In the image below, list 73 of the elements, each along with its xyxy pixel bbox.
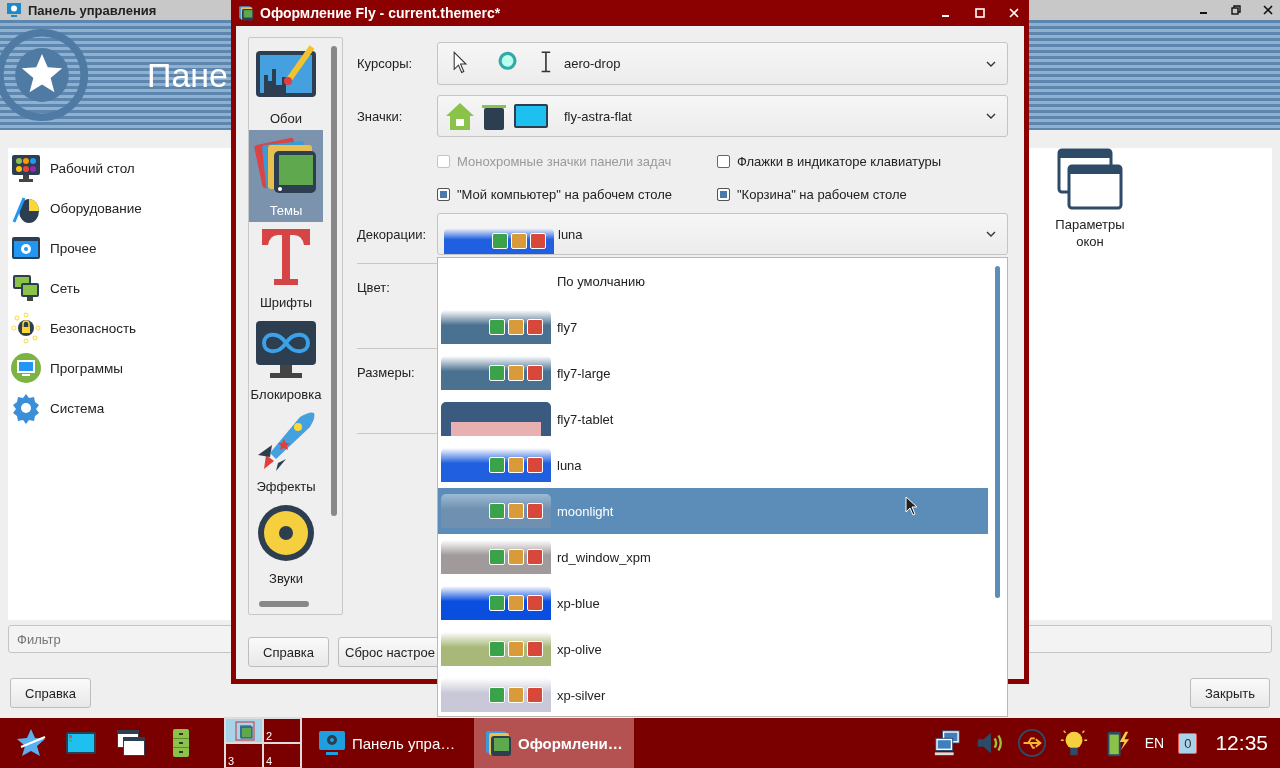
star-logo-icon <box>0 27 90 123</box>
checkbox[interactable] <box>717 154 730 168</box>
field-label: Декорации: <box>357 226 428 242</box>
scrollbar[interactable] <box>331 46 337 516</box>
section-label: Цвет: <box>357 280 390 295</box>
notification-counter[interactable]: 0 <box>1178 732 1198 754</box>
banner-title: Пане <box>147 55 229 95</box>
menu-item[interactable]: fly7-large <box>438 350 988 396</box>
taskbar-task[interactable]: Оформлени… <box>474 718 634 768</box>
checkbox-label: Флажки в индикаторе клавиатуры <box>737 153 942 169</box>
section-item[interactable]: Блокировка <box>249 314 323 406</box>
menu-item[interactable]: По умолчанию <box>438 258 988 304</box>
desktop-switcher[interactable] <box>225 718 263 743</box>
icon-theme-dropdown[interactable]: fly-astra-flat <box>437 95 1008 137</box>
window-title: Оформление Fly - current.themerc* <box>260 5 501 21</box>
checkbox[interactable] <box>437 187 450 201</box>
category-item[interactable]: Система <box>8 388 228 428</box>
lock-icon <box>10 312 42 344</box>
network-icon[interactable] <box>932 728 963 758</box>
desktop-switcher[interactable]: 3 <box>225 743 263 768</box>
field-label: Курсоры: <box>357 56 414 71</box>
checkbox-label: "Корзина" на рабочем столе <box>737 186 907 202</box>
windows-icon[interactable] <box>115 727 147 759</box>
checkbox-label: "Мой компьютер" на рабочем столе <box>457 186 672 202</box>
maximize-icon[interactable] <box>974 7 986 19</box>
decoration-dropdown[interactable]: luna <box>437 213 1008 255</box>
category-item[interactable]: Программы <box>8 348 228 388</box>
themes-icon <box>484 729 512 757</box>
cursor-theme-dropdown[interactable]: aero-drop <box>437 42 1008 85</box>
desktop-switcher[interactable]: 4 <box>263 743 301 768</box>
menu-item[interactable]: fly7-tablet <box>438 396 988 442</box>
monitor-icon <box>318 729 346 757</box>
restore-icon[interactable] <box>1230 4 1242 16</box>
category-item[interactable]: Прочее <box>8 228 228 268</box>
close-button[interactable]: Закрыть <box>1189 678 1270 708</box>
field-label: Значки: <box>357 108 404 124</box>
desktop-icon <box>10 152 42 184</box>
help-button[interactable]: Справка <box>248 637 329 667</box>
category-item[interactable]: Сеть <box>8 268 228 308</box>
window-title: Панель управления <box>28 2 157 18</box>
section-item[interactable]: Эффекты <box>249 406 323 498</box>
menu-item[interactable]: moonlight <box>438 488 988 534</box>
menu-item[interactable]: fly7 <box>438 304 988 350</box>
themes-icon <box>238 5 254 21</box>
network-icon <box>10 272 42 304</box>
close-icon[interactable] <box>1262 4 1274 16</box>
taskbar-task[interactable]: Панель упра… <box>308 718 468 768</box>
checkbox[interactable] <box>717 187 730 201</box>
section-item[interactable]: Обои <box>249 38 323 130</box>
section-label: Размеры: <box>357 365 415 380</box>
section-item[interactable]: Шрифты <box>249 222 323 314</box>
category-item[interactable]: Безопасность <box>8 308 228 348</box>
menu-item[interactable]: luna <box>438 442 988 488</box>
scrollbar[interactable] <box>995 266 1000 598</box>
section-item[interactable]: Звуки <box>249 498 323 590</box>
clock[interactable]: 12:35 <box>1215 731 1268 755</box>
checkbox-label: Монохромные значки панели задач <box>457 153 672 169</box>
desktop-switcher[interactable]: 2 <box>263 718 301 743</box>
light-bulb-icon[interactable] <box>1058 728 1089 758</box>
scrollbar[interactable] <box>259 601 309 607</box>
menu-item[interactable]: rd_window_xpm <box>438 534 988 580</box>
monitor-icon <box>6 2 22 18</box>
usb-icon[interactable] <box>1016 728 1047 758</box>
applet-item[interactable]: Параметры окон <box>1042 148 1138 250</box>
start-menu-icon[interactable] <box>15 727 47 759</box>
menu-item[interactable]: xp-blue <box>438 580 988 626</box>
category-item[interactable]: Рабочий стол <box>8 148 228 188</box>
window-thumbnail-icon <box>235 720 255 741</box>
category-item[interactable]: Оборудование <box>8 188 228 228</box>
help-button[interactable]: Справка <box>10 678 91 708</box>
keyboard-layout-indicator[interactable]: EN <box>1144 735 1165 751</box>
mouse-pointer-icon <box>905 496 919 516</box>
menu-item[interactable]: xp-silver <box>438 672 988 718</box>
